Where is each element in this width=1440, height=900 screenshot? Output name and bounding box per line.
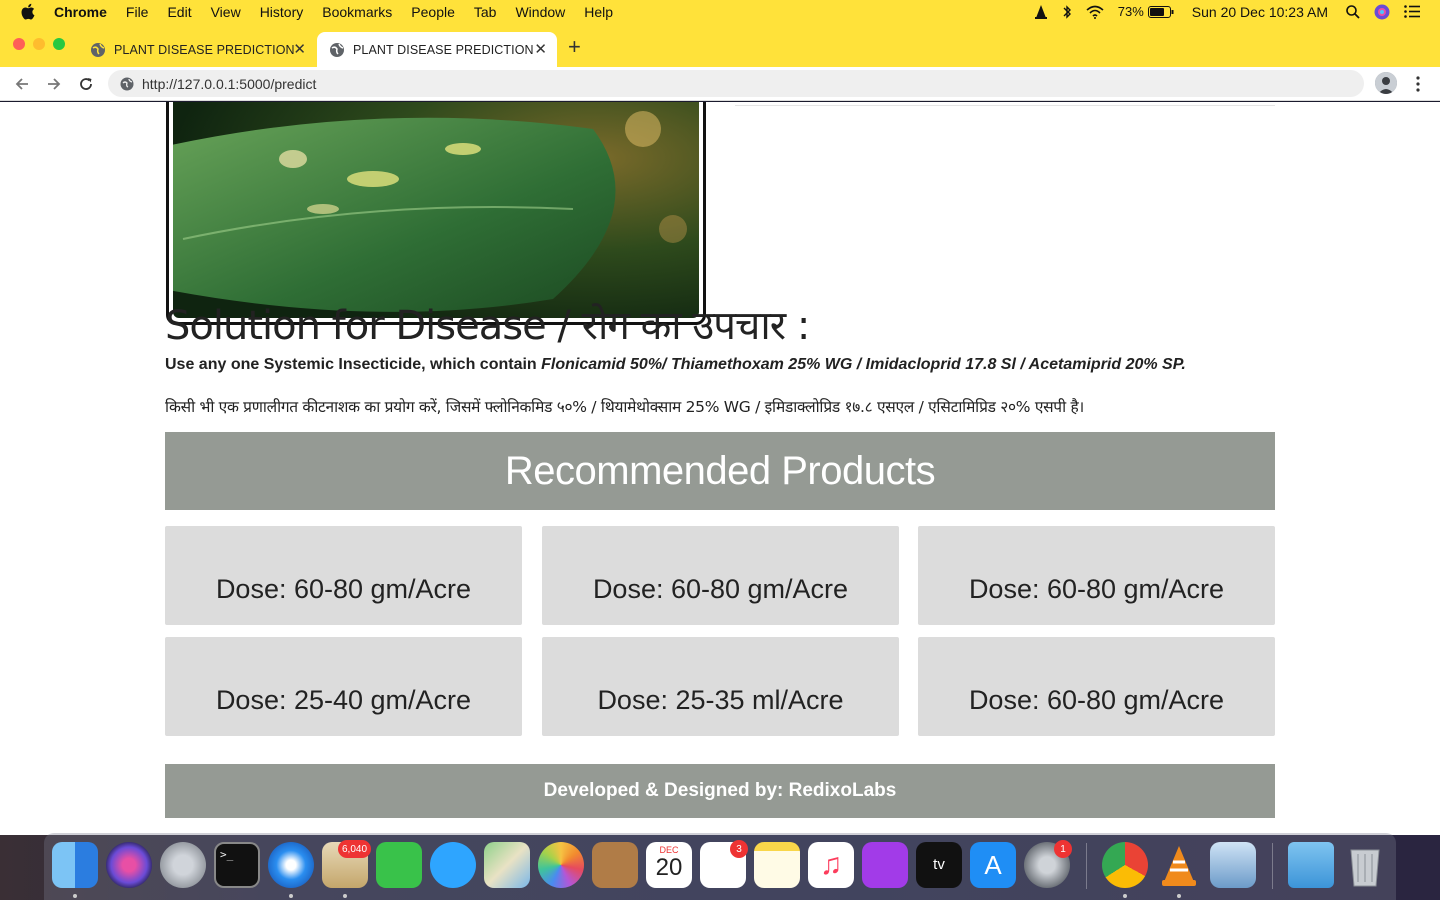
tab-title: PLANT DISEASE PREDICTION xyxy=(353,42,534,57)
recommended-products-heading: Recommended Products xyxy=(165,432,1275,510)
preview-icon[interactable] xyxy=(1210,842,1256,888)
window-close-button[interactable] xyxy=(13,38,25,50)
dock-separator xyxy=(1086,843,1087,889)
running-indicator xyxy=(343,894,347,898)
macos-menubar: Chrome File Edit View History Bookmarks … xyxy=(0,0,1440,23)
battery-icon[interactable] xyxy=(1147,5,1174,18)
contacts-icon[interactable] xyxy=(592,842,638,888)
leaf-photo xyxy=(173,102,699,318)
podcasts-icon[interactable] xyxy=(862,842,908,888)
safari-icon[interactable] xyxy=(268,842,314,888)
battery-percent: 73% xyxy=(1117,4,1144,19)
window-zoom-button[interactable] xyxy=(53,38,65,50)
menu-history[interactable]: History xyxy=(260,4,304,20)
forward-button[interactable] xyxy=(43,73,65,95)
close-tab-icon[interactable]: ✕ xyxy=(534,40,547,58)
close-tab-icon[interactable]: ✕ xyxy=(293,40,306,58)
product-dose: Dose: 60-80 gm/Acre xyxy=(968,574,1225,604)
url-text[interactable]: http://127.0.0.1:5000/predict xyxy=(142,76,316,92)
bluetooth-icon[interactable] xyxy=(1062,4,1072,20)
siri-app-icon[interactable] xyxy=(106,842,152,888)
menu-bookmarks[interactable]: Bookmarks xyxy=(322,4,392,20)
messages-icon[interactable] xyxy=(430,842,476,888)
clock[interactable]: Sun 20 Dec 10:23 AM xyxy=(1192,4,1328,20)
product-card[interactable]: Dose: 60-80 gm/Acre xyxy=(542,526,899,625)
apple-tv-icon[interactable]: tv xyxy=(916,842,962,888)
terminal-icon[interactable]: >_ xyxy=(214,842,260,888)
profile-avatar[interactable] xyxy=(1375,72,1397,94)
finder-icon[interactable] xyxy=(52,842,98,888)
siri-icon[interactable] xyxy=(1374,4,1390,20)
new-tab-button[interactable]: + xyxy=(568,34,581,60)
facetime-icon[interactable] xyxy=(376,842,422,888)
wifi-icon[interactable] xyxy=(1086,5,1104,19)
solution-hindi: किसी भी एक प्रणालीगत कीटनाशक का प्रयोग क… xyxy=(165,398,1084,416)
menu-view[interactable]: View xyxy=(211,4,241,20)
tab-plant-disease-1[interactable]: PLANT DISEASE PREDICTION ✕ xyxy=(78,32,316,67)
divider xyxy=(735,105,1275,106)
product-card[interactable]: Dose: 25-35 ml/Acre xyxy=(542,637,899,736)
browser-toolbar: http://127.0.0.1:5000/predict xyxy=(0,67,1440,101)
chrome-icon[interactable] xyxy=(1102,842,1148,888)
back-button[interactable] xyxy=(11,73,33,95)
music-icon[interactable]: ♫ xyxy=(808,842,854,888)
calendar-icon[interactable]: DEC 20 xyxy=(646,842,692,888)
product-dose: Dose: 60-80 gm/Acre xyxy=(968,685,1225,715)
mail-badge: 6,040 xyxy=(338,840,372,858)
menu-help[interactable]: Help xyxy=(584,4,613,20)
vlc-status-icon[interactable] xyxy=(1034,4,1048,20)
tab-title: PLANT DISEASE PREDICTION xyxy=(114,42,295,57)
notes-icon[interactable] xyxy=(754,842,800,888)
notification-center-icon[interactable] xyxy=(1404,5,1420,18)
running-indicator xyxy=(1177,894,1181,898)
chrome-menu-icon[interactable] xyxy=(1412,75,1424,93)
product-dose: Dose: 25-40 gm/Acre xyxy=(215,685,472,715)
address-bar[interactable]: http://127.0.0.1:5000/predict xyxy=(108,70,1364,97)
running-indicator xyxy=(289,894,293,898)
trash-icon[interactable] xyxy=(1342,842,1388,888)
downloads-folder-icon[interactable] xyxy=(1288,842,1334,888)
globe-icon xyxy=(91,42,105,57)
product-card[interactable]: Dose: 60-80 gm/Acre xyxy=(918,637,1275,736)
tab-plant-disease-2[interactable]: PLANT DISEASE PREDICTION ✕ xyxy=(317,32,557,67)
product-dose: Dose: 60-80 gm/Acre xyxy=(215,574,472,604)
reminders-badge: 3 xyxy=(730,840,748,858)
reload-button[interactable] xyxy=(75,73,97,95)
running-indicator xyxy=(1123,894,1127,898)
menu-window[interactable]: Window xyxy=(515,4,565,20)
uploaded-leaf-image xyxy=(166,102,706,325)
page-footer: Developed & Designed by: RedixoLabs xyxy=(165,764,1275,818)
browser-tab-strip: PLANT DISEASE PREDICTION ✕ PLANT DISEASE… xyxy=(0,23,1440,67)
product-card[interactable]: Dose: 60-80 gm/Acre xyxy=(918,526,1275,625)
spotlight-icon[interactable] xyxy=(1346,4,1360,19)
product-card[interactable]: Dose: 60-80 gm/Acre xyxy=(165,526,522,625)
system-preferences-badge: 1 xyxy=(1054,840,1072,858)
menu-edit[interactable]: Edit xyxy=(167,4,191,20)
solution-heading: Solution for Disease / रोग का उपचार : xyxy=(165,303,810,349)
dock-separator xyxy=(1272,843,1273,889)
globe-icon xyxy=(330,42,344,57)
launchpad-icon[interactable] xyxy=(160,842,206,888)
running-indicator xyxy=(73,894,77,898)
site-info-icon[interactable] xyxy=(120,77,134,91)
solution-english-prefix: Use any one Systemic Insecticide, which … xyxy=(165,356,542,373)
apple-icon[interactable] xyxy=(20,3,38,20)
maps-icon[interactable] xyxy=(484,842,530,888)
product-dose: Dose: 25-35 ml/Acre xyxy=(597,685,844,715)
menu-tab[interactable]: Tab xyxy=(474,4,497,20)
photos-icon[interactable] xyxy=(538,842,584,888)
product-dose: Dose: 60-80 gm/Acre xyxy=(592,574,849,604)
solution-chemicals: Flonicamid 50%/ Thiamethoxam 25% WG / Im… xyxy=(541,356,1186,373)
product-card[interactable]: Dose: 25-40 gm/Acre xyxy=(165,637,522,736)
menu-app-name[interactable]: Chrome xyxy=(54,4,107,20)
window-minimize-button[interactable] xyxy=(33,38,45,50)
vlc-icon[interactable] xyxy=(1156,842,1202,888)
calendar-day: 20 xyxy=(655,854,683,881)
menu-file[interactable]: File xyxy=(126,4,149,20)
web-page: Solution for Disease / रोग का उपचार : Us… xyxy=(0,102,1440,835)
menu-people[interactable]: People xyxy=(411,4,455,20)
solution-english: Use any one Systemic Insecticide, which … xyxy=(165,356,1186,374)
app-store-icon[interactable]: A xyxy=(970,842,1016,888)
